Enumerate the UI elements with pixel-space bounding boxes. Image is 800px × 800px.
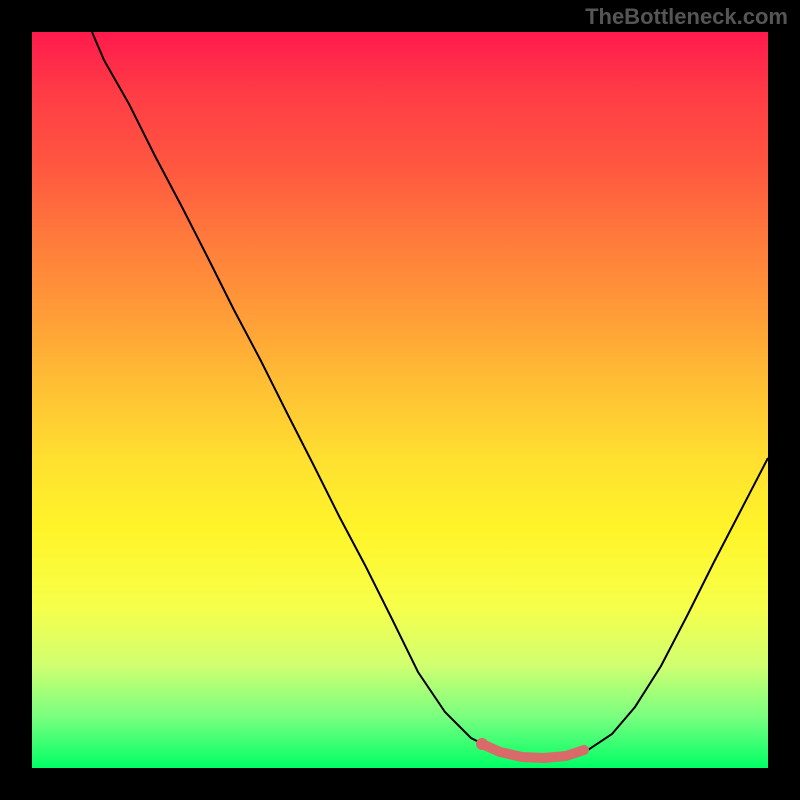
bottleneck-curve — [32, 32, 768, 768]
plot-area — [32, 32, 768, 768]
optimal-segment — [482, 744, 584, 758]
watermark-text: TheBottleneck.com — [585, 4, 788, 30]
curve-path — [92, 32, 768, 758]
chart-container: TheBottleneck.com — [0, 0, 800, 800]
optimal-start-dot — [476, 738, 488, 750]
